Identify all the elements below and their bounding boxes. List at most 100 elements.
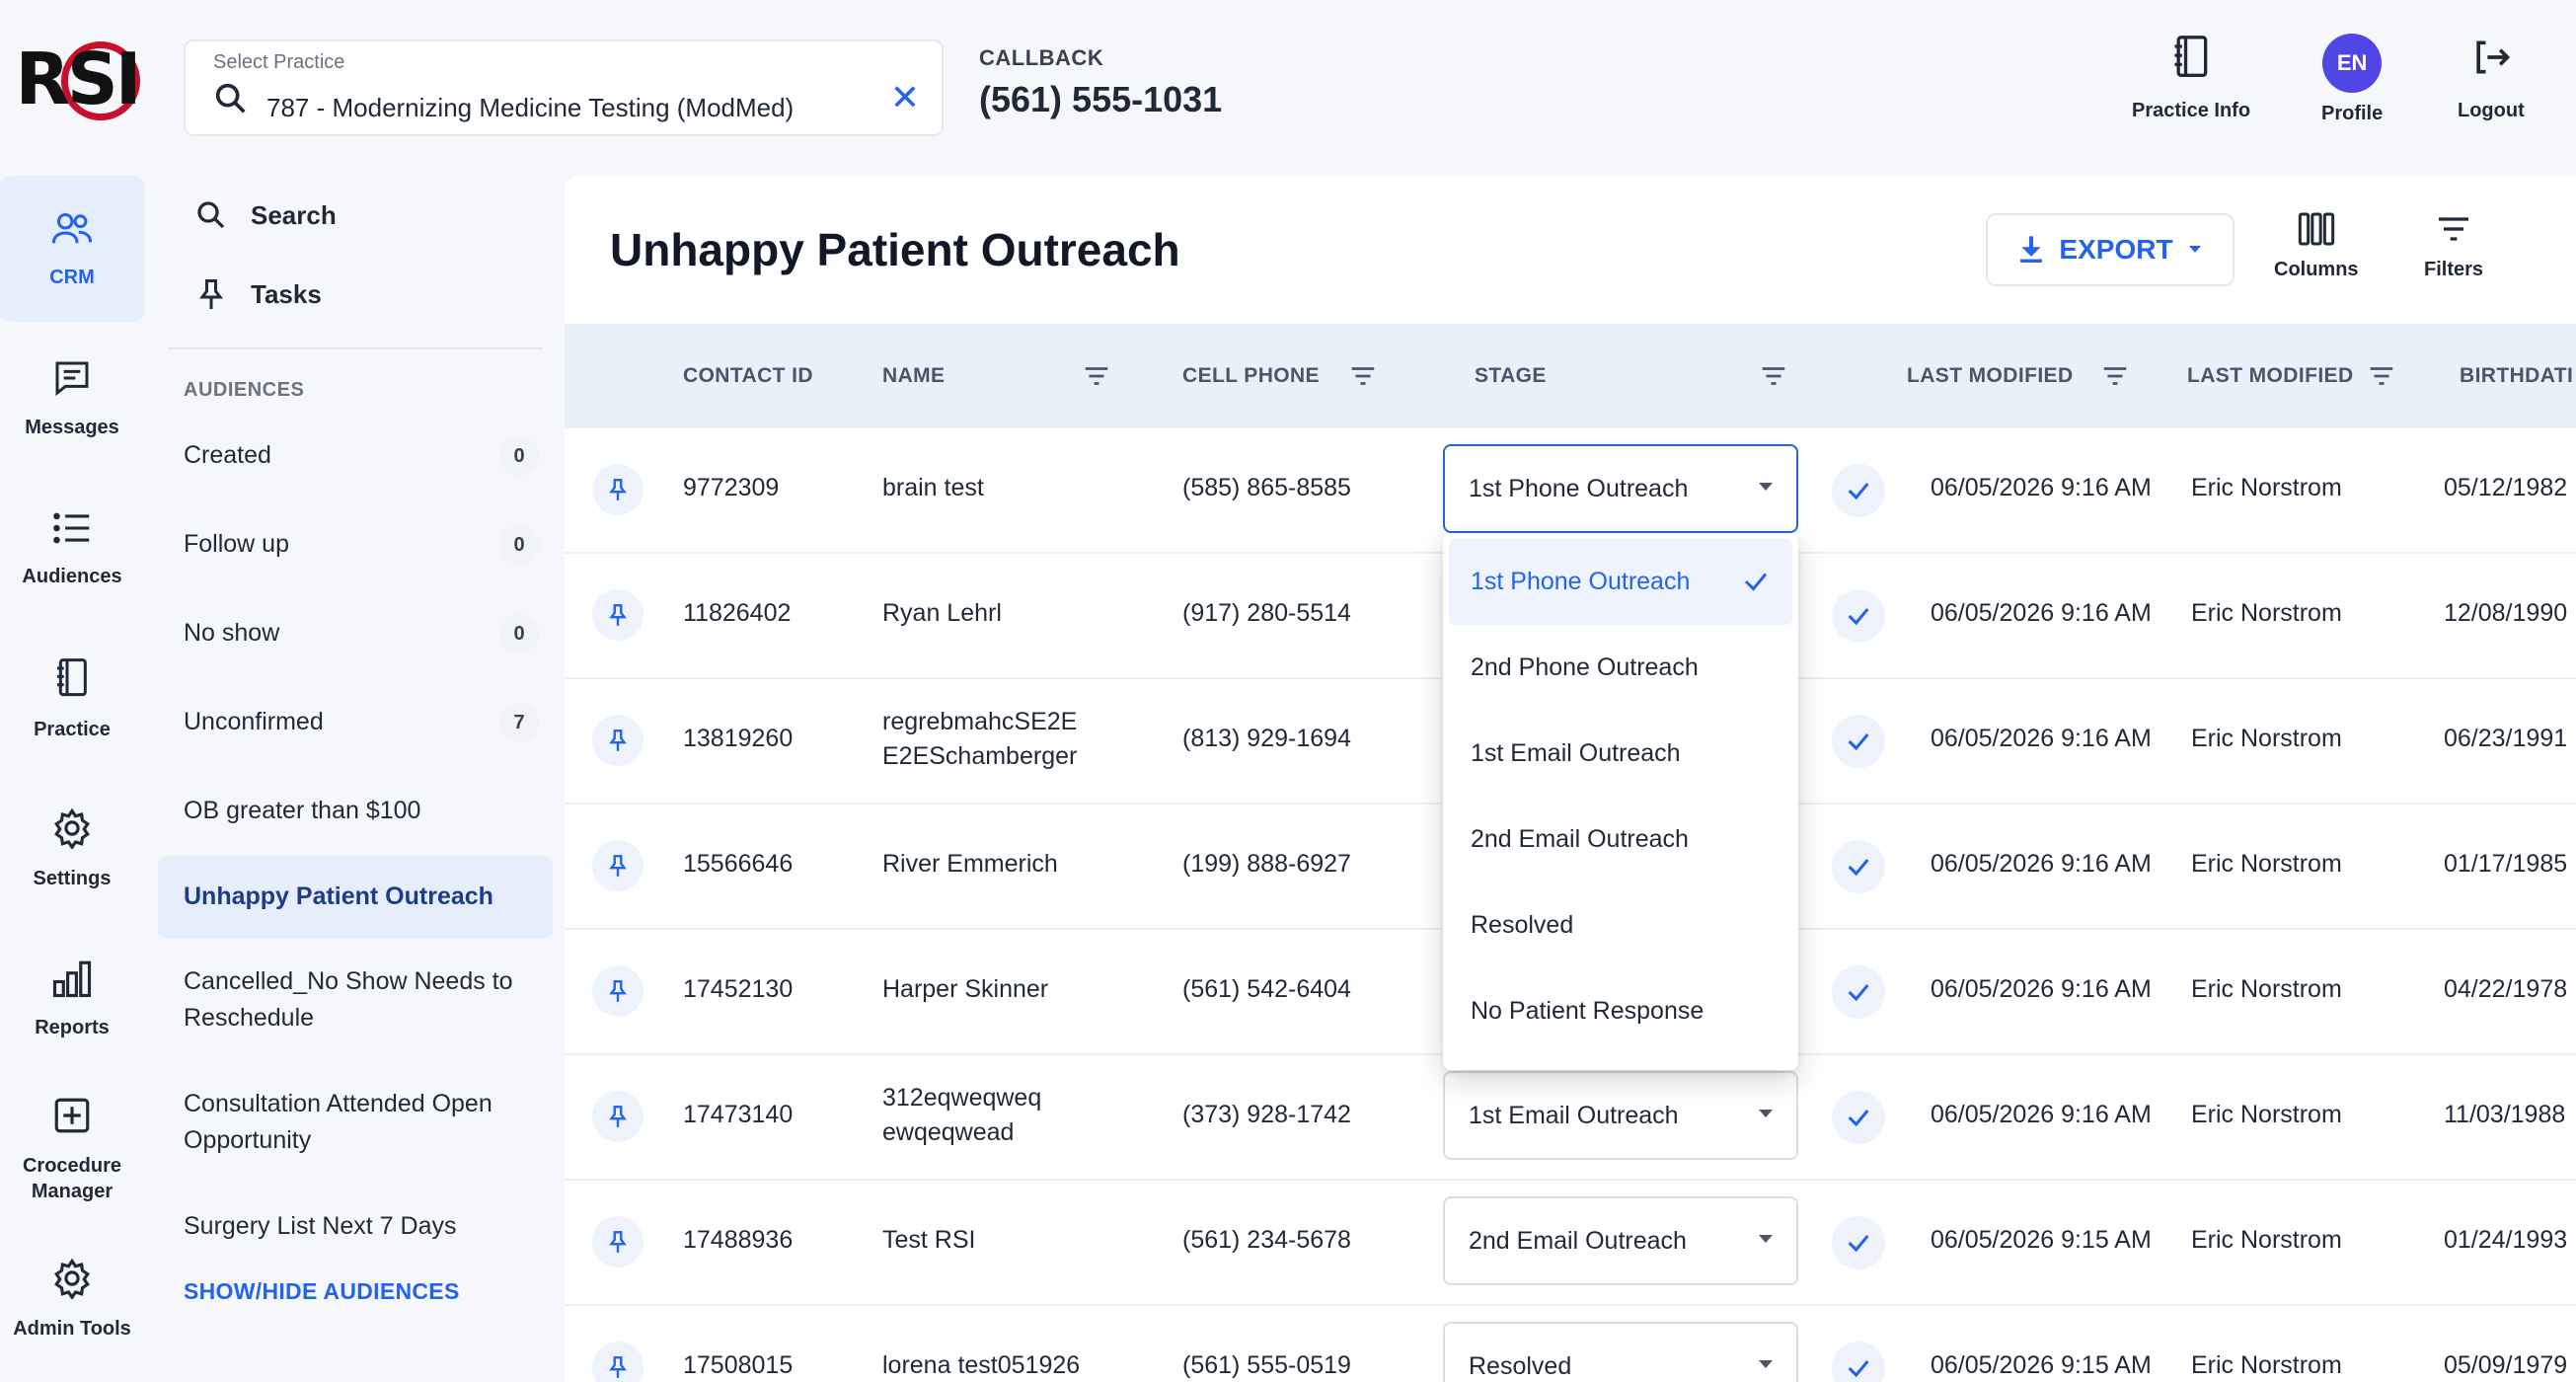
pin-button[interactable] (592, 589, 644, 641)
pin-button[interactable] (592, 965, 644, 1017)
confirm-button[interactable] (1832, 840, 1885, 893)
column-header-cell-phone[interactable]: CELL PHONE (1182, 324, 1320, 428)
audience-item-consultation-attended[interactable]: Consultation Attended Open Opportunity (158, 1061, 553, 1184)
confirm-button[interactable] (1832, 1216, 1885, 1269)
audience-item-label: Follow up (184, 530, 289, 559)
pin-button[interactable] (592, 464, 644, 515)
pin-button[interactable] (592, 1216, 644, 1267)
pin-button[interactable] (592, 1091, 644, 1142)
logout-button[interactable]: Logout (2458, 34, 2525, 122)
logout-label: Logout (2458, 100, 2525, 121)
filter-icon[interactable] (1082, 361, 1111, 391)
last-modified-by: Eric Norstrom (2191, 1101, 2342, 1128)
pin-button[interactable] (592, 715, 644, 766)
last-modified-by: Eric Norstrom (2191, 474, 2342, 501)
notebook-icon (52, 656, 92, 705)
rail-item-admin-tools[interactable]: Admin Tools (0, 1226, 144, 1372)
export-button[interactable]: EXPORT (1986, 213, 2235, 286)
close-icon[interactable]: ✕ (890, 77, 920, 118)
confirm-button[interactable] (1832, 589, 1885, 643)
filter-icon[interactable] (2367, 361, 2396, 391)
audience-item-label: Cancelled_No Show Needs to Reschedule (184, 966, 513, 1033)
pin-button[interactable] (592, 1342, 644, 1382)
stage-option[interactable]: 2nd Phone Outreach (1449, 625, 1792, 711)
stage-option[interactable]: 2nd Email Outreach (1449, 797, 1792, 883)
stage-option[interactable]: 1st Email Outreach (1449, 711, 1792, 797)
stage-select[interactable]: 1st Email Outreach (1443, 1071, 1798, 1160)
rail-item-settings[interactable]: Settings (0, 776, 144, 922)
stage-select[interactable]: 1st Phone Outreach (1443, 444, 1798, 533)
rail-item-procedure-manager[interactable]: Crocedure Manager (0, 1076, 144, 1222)
rail-item-audiences[interactable]: Audiences (0, 476, 144, 622)
audience-item-cancelled-no-show[interactable]: Cancelled_No Show Needs to Reschedule (158, 939, 553, 1061)
column-header-birthdate[interactable]: BIRTHDATI (2460, 324, 2573, 428)
confirm-button[interactable] (1832, 1342, 1885, 1382)
profile-button[interactable]: EN Profile (2321, 34, 2383, 125)
columns-icon (2298, 212, 2334, 246)
rail-item-practice[interactable]: Practice (0, 626, 144, 772)
table-row[interactable]: 17508015 lorena test051926 (561) 555-051… (565, 1306, 2576, 1382)
tasks-link[interactable]: Tasks (158, 255, 553, 334)
audience-item-unconfirmed[interactable]: Unconfirmed 7 (158, 678, 553, 767)
column-header-contact-id[interactable]: CONTACT ID (683, 324, 813, 428)
confirm-button[interactable] (1832, 715, 1885, 768)
stage-select[interactable]: Resolved (1443, 1322, 1798, 1382)
confirm-button[interactable] (1832, 965, 1885, 1019)
columns-button[interactable]: Columns (2274, 209, 2359, 281)
rsi-logo[interactable]: RSI (15, 30, 142, 128)
audience-item-label: Surgery List Next 7 Days (184, 1212, 457, 1241)
table-row[interactable]: 17473140 312eqweqweq ewqeqwead (373) 928… (565, 1055, 2576, 1181)
last-modified-date: 06/05/2026 9:16 AM (1931, 975, 2152, 1003)
notebook-icon (2169, 34, 2213, 86)
contact-id: 13819260 (683, 725, 794, 752)
filter-icon[interactable] (2100, 361, 2130, 391)
stage-option-label: Resolved (1471, 911, 1574, 939)
tasks-link-label: Tasks (251, 278, 322, 309)
audience-item-label: Unhappy Patient Outreach (184, 883, 493, 911)
confirm-button[interactable] (1832, 1091, 1885, 1144)
column-header-name[interactable]: NAME (882, 324, 945, 428)
table-row[interactable]: 17488936 Test RSI (561) 234-5678 2nd Ema… (565, 1181, 2576, 1306)
audience-item-follow-up[interactable]: Follow up 0 (158, 500, 553, 589)
audience-item-no-show[interactable]: No show 0 (158, 589, 553, 678)
audience-item-ob-greater[interactable]: OB greater than $100 (158, 767, 553, 856)
rail-item-reports[interactable]: Reports (0, 926, 144, 1072)
column-header-stage[interactable]: STAGE (1475, 324, 1547, 428)
contact-id: 11826402 (683, 599, 792, 627)
column-header-last-modified[interactable]: LAST MODIFIED (1907, 324, 2074, 428)
caret-down-icon (2188, 246, 2201, 253)
stage-option[interactable]: No Patient Response (1449, 968, 1792, 1054)
birthdate: 11/03/1988 (2444, 1101, 2566, 1128)
practice-selector[interactable]: Select Practice 787 - Modernizing Medici… (184, 39, 944, 136)
confirm-button[interactable] (1832, 464, 1885, 517)
audience-count: 0 (499, 614, 539, 653)
rail-item-messages[interactable]: Messages (0, 326, 144, 472)
audience-item-unhappy-patient-outreach[interactable]: Unhappy Patient Outreach (158, 856, 553, 939)
column-header-last-modified-by[interactable]: LAST MODIFIED (2187, 324, 2354, 428)
check-icon (1848, 859, 1869, 877)
last-modified-date: 06/05/2026 9:16 AM (1931, 1101, 2152, 1128)
audience-count: 7 (499, 703, 539, 742)
contact-name: Harper Skinner (882, 975, 1049, 1003)
filters-button[interactable]: Filters (2424, 209, 2483, 281)
stage-option[interactable]: 1st Phone Outreach (1449, 539, 1792, 625)
callback-number: (561) 555-1031 (979, 79, 1223, 119)
practice-info-button[interactable]: Practice Info (2132, 34, 2250, 122)
show-hide-audiences-link[interactable]: SHOW/HIDE AUDIENCES (158, 1278, 553, 1305)
rail-item-crm[interactable]: CRM (0, 176, 144, 322)
pin-icon (609, 1356, 627, 1378)
contact-id: 17473140 (683, 1101, 794, 1128)
audience-item-created[interactable]: Created 0 (158, 412, 553, 500)
pin-button[interactable] (592, 840, 644, 891)
filter-icon[interactable] (1759, 361, 1788, 391)
left-rail: CRM Messages Audiences Practice Settings… (0, 176, 144, 1376)
stage-option[interactable]: Resolved (1449, 883, 1792, 968)
stage-option-label: 2nd Phone Outreach (1471, 653, 1699, 681)
filter-icon[interactable] (1348, 361, 1378, 391)
caret-down-icon (1759, 1110, 1773, 1117)
audience-item-surgery-list[interactable]: Surgery List Next 7 Days (158, 1184, 553, 1270)
search-link[interactable]: Search (158, 176, 553, 255)
logo-text: RSI (15, 38, 141, 120)
contact-name: regrebmahcSE2E E2ESchamberger (882, 708, 1078, 770)
stage-select[interactable]: 2nd Email Outreach (1443, 1196, 1798, 1285)
